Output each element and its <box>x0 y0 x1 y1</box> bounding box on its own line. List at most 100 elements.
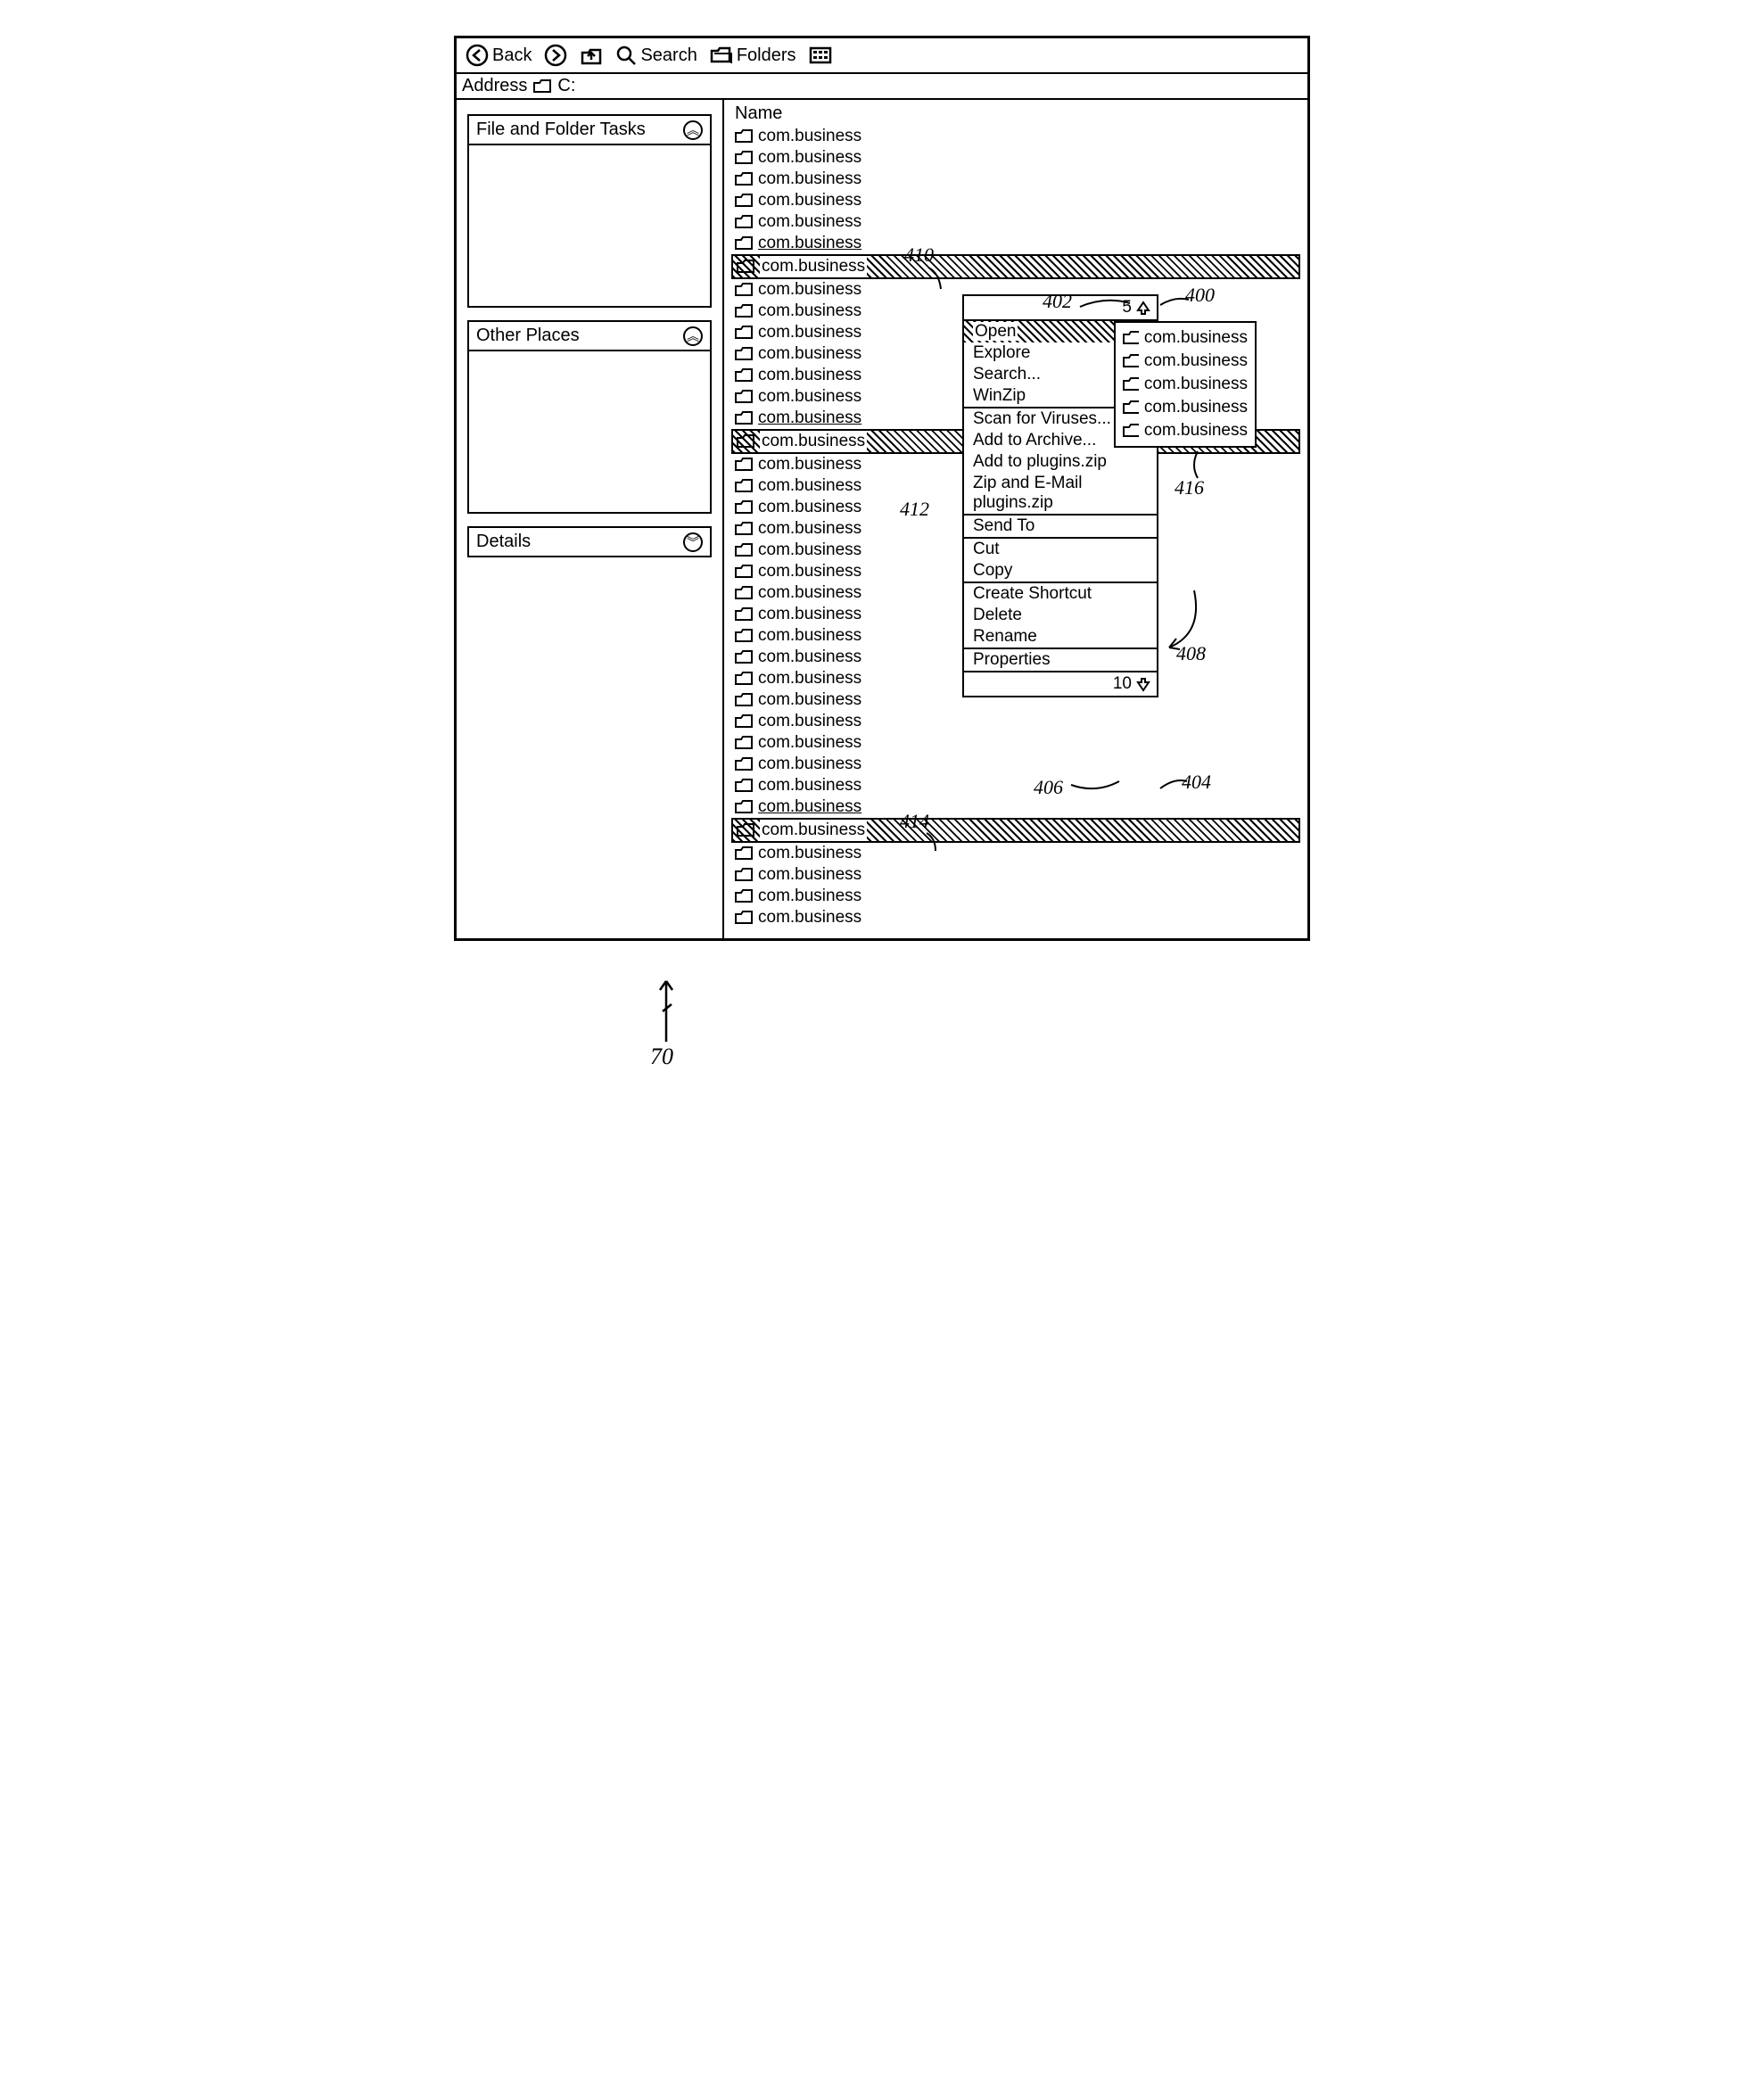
folder-name: com.business <box>758 561 861 582</box>
folder-name: com.business <box>758 365 861 386</box>
folder-row[interactable]: com.business <box>724 907 1307 928</box>
folder-row[interactable]: com.business <box>724 711 1307 732</box>
folder-row[interactable]: com.business <box>724 886 1307 907</box>
folder-name: com.business <box>758 625 861 647</box>
folder-name: com.business <box>758 279 861 301</box>
forward-button[interactable] <box>544 44 567 67</box>
explorer-window: Back Search Folders Address <box>454 36 1310 941</box>
folder-icon <box>735 693 753 707</box>
sidebar-panel-body <box>469 351 710 512</box>
back-label: Back <box>492 45 532 66</box>
folder-row[interactable]: com.business <box>724 147 1307 169</box>
context-menu-group: Properties <box>964 649 1157 671</box>
folder-row[interactable]: com.business <box>724 754 1307 775</box>
folder-icon <box>1123 424 1139 438</box>
folder-name: com.business <box>758 711 861 732</box>
folder-icon <box>737 434 754 449</box>
sidebar-panel-header[interactable]: File and Folder Tasks ︽ <box>469 116 710 145</box>
folder-name: com.business <box>760 820 867 841</box>
context-menu-item[interactable]: Rename <box>964 626 1157 648</box>
folder-row[interactable]: com.business <box>724 126 1307 147</box>
folder-row[interactable]: com.business <box>724 843 1307 864</box>
folder-name: com.business <box>758 497 861 518</box>
folder-name: com.business <box>758 475 861 497</box>
folders-icon <box>710 45 733 65</box>
chevron-up-icon[interactable]: ︽ <box>683 120 703 140</box>
context-menu-item[interactable]: Properties <box>964 649 1157 671</box>
submenu-item-label: com.business <box>1144 419 1248 442</box>
chevron-down-icon[interactable]: ︾ <box>683 532 703 552</box>
context-menu-item[interactable]: Zip and E-Mail plugins.zip <box>964 473 1157 514</box>
toolbar: Back Search Folders <box>457 38 1307 74</box>
context-menu-pager-bottom[interactable]: 10 <box>964 671 1157 696</box>
views-button[interactable] <box>809 45 832 65</box>
context-menu-item[interactable]: Delete <box>964 605 1157 626</box>
folder-icon <box>735 151 753 165</box>
context-menu-pager-top[interactable]: 5 <box>964 296 1157 321</box>
folder-name: com.business <box>758 386 861 408</box>
address-label: Address <box>462 76 527 96</box>
folder-row[interactable]: com.business <box>724 864 1307 886</box>
folder-name: com.business <box>758 540 861 561</box>
pager-bottom-value: 10 <box>1113 674 1132 694</box>
submenu-item[interactable]: com.business <box>1123 373 1248 396</box>
folder-row[interactable]: com.business <box>731 254 1300 279</box>
submenu-item[interactable]: com.business <box>1123 419 1248 442</box>
submenu-item[interactable]: com.business <box>1123 396 1248 419</box>
folder-row[interactable]: com.business <box>724 796 1307 818</box>
submenu-item[interactable]: com.business <box>1123 350 1248 373</box>
address-bar: Address C: <box>457 74 1307 100</box>
folder-name: com.business <box>758 454 861 475</box>
column-header-name[interactable]: Name <box>724 103 1307 126</box>
search-button[interactable]: Search <box>615 45 697 66</box>
folder-row[interactable]: com.business <box>724 775 1307 796</box>
folder-icon <box>735 672 753 686</box>
back-button[interactable]: Back <box>466 44 532 67</box>
folder-icon <box>735 629 753 643</box>
context-submenu: com.business com.business com.business c… <box>1114 321 1257 448</box>
up-button[interactable] <box>580 44 603 67</box>
folder-icon <box>735 586 753 600</box>
folder-icon <box>735 215 753 229</box>
folder-icon <box>735 129 753 144</box>
context-menu-item[interactable]: Add to plugins.zip <box>964 451 1157 473</box>
folder-icon <box>735 650 753 664</box>
folder-name: com.business <box>760 431 867 452</box>
folder-row[interactable]: com.business <box>724 732 1307 754</box>
folder-row[interactable]: com.business <box>731 818 1300 843</box>
pager-top-value: 5 <box>1122 298 1132 318</box>
sidebar: File and Folder Tasks ︽ Other Places ︽ D… <box>457 100 724 938</box>
folder-icon <box>735 194 753 208</box>
folder-icon <box>735 889 753 903</box>
context-menu-item[interactable]: Copy <box>964 560 1157 582</box>
folder-icon <box>1123 331 1139 345</box>
folders-button[interactable]: Folders <box>710 45 796 66</box>
folder-icon <box>1123 400 1139 415</box>
folder-row[interactable]: com.business <box>724 190 1307 211</box>
folder-icon <box>735 172 753 186</box>
search-label: Search <box>640 45 697 66</box>
folder-icon <box>735 500 753 515</box>
folder-row[interactable]: com.business <box>724 211 1307 233</box>
context-menu-item[interactable]: Cut <box>964 539 1157 560</box>
folder-row[interactable]: com.business <box>724 169 1307 190</box>
stage: Back Search Folders Address <box>454 36 1310 941</box>
context-menu-item[interactable]: Send To <box>964 516 1157 537</box>
forward-arrow-icon <box>544 44 567 67</box>
folder-name: com.business <box>758 732 861 754</box>
folder-name: com.business <box>758 864 861 886</box>
folder-row[interactable]: com.business <box>724 233 1307 254</box>
folder-name: com.business <box>758 126 861 147</box>
folder-name: com.business <box>758 408 861 429</box>
folder-icon <box>735 714 753 729</box>
address-path[interactable]: C: <box>557 76 575 96</box>
sidebar-panel-header[interactable]: Other Places ︽ <box>469 322 710 351</box>
folders-label: Folders <box>737 45 796 66</box>
sidebar-panel-header[interactable]: Details ︾ <box>469 528 710 556</box>
chevron-up-icon[interactable]: ︽ <box>683 326 703 346</box>
submenu-item[interactable]: com.business <box>1123 326 1248 350</box>
folder-icon <box>735 283 753 297</box>
folder-name: com.business <box>758 211 861 233</box>
context-menu-item[interactable]: Create Shortcut <box>964 583 1157 605</box>
folder-name: com.business <box>758 322 861 343</box>
